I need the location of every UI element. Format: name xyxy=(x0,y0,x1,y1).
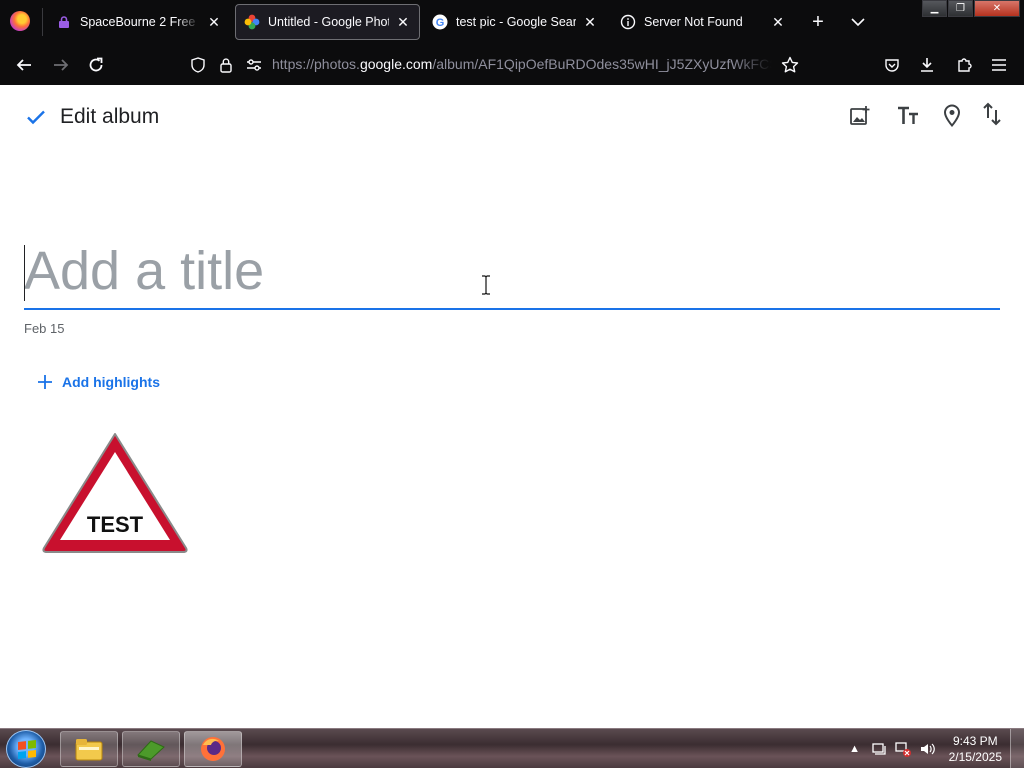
album-title-input[interactable] xyxy=(24,240,1000,310)
bookmark-star-icon[interactable] xyxy=(777,52,803,78)
text-icon[interactable] xyxy=(896,104,920,128)
tab-google-search[interactable]: G test pic - Google Search ✕ xyxy=(424,4,606,40)
secure-lock-icon[interactable] xyxy=(213,52,239,78)
volume-speaker-icon[interactable] xyxy=(919,741,935,757)
show-desktop-button[interactable] xyxy=(1010,729,1024,769)
pocket-icon[interactable] xyxy=(879,52,905,78)
hamburger-menu-icon[interactable] xyxy=(986,52,1012,78)
action-center-flag-icon[interactable] xyxy=(871,741,887,757)
tab-label: SpaceBourne 2 Free Dow xyxy=(80,15,200,29)
text-caret xyxy=(24,245,25,301)
tab-strip: SpaceBourne 2 Free Dow ✕ Untitled - Goog… xyxy=(0,0,1024,44)
add-photos-icon[interactable] xyxy=(848,104,872,128)
windows-explorer-icon[interactable] xyxy=(60,731,118,767)
network-disconnected-icon[interactable] xyxy=(894,741,911,757)
start-button[interactable] xyxy=(6,730,46,768)
windows-logo-icon xyxy=(18,740,36,759)
add-highlights-button[interactable]: Add highlights xyxy=(36,373,160,391)
close-tab-icon[interactable]: ✕ xyxy=(206,14,222,30)
album-photo-thumbnail[interactable]: TEST xyxy=(40,430,190,555)
navigation-toolbar: https://photos.google.com/album/AF1QipOe… xyxy=(0,44,1024,85)
window-controls: ▁ ❐ ✕ xyxy=(921,0,1020,18)
extensions-puzzle-icon[interactable] xyxy=(951,52,977,78)
google-photos-page: Edit album Feb 15 Add highlights TEST xyxy=(0,85,1024,728)
windows-taskbar: ▲ 9:43 PM 2/15/2025 xyxy=(0,728,1024,769)
back-arrow-icon[interactable] xyxy=(11,52,37,78)
warning-triangle-sign-image: TEST xyxy=(42,433,188,553)
tab-server-not-found[interactable]: Server Not Found ✕ xyxy=(612,4,794,40)
tab-label: Untitled - Google Photos xyxy=(268,15,389,29)
system-clock[interactable]: 9:43 PM 2/15/2025 xyxy=(949,733,1002,765)
forward-arrow-icon[interactable] xyxy=(48,52,74,78)
minimize-icon[interactable]: ▁ xyxy=(922,0,947,17)
address-bar[interactable]: https://photos.google.com/album/AF1QipOe… xyxy=(272,56,772,72)
google-g-icon: G xyxy=(432,14,448,30)
firefox-logo-icon[interactable] xyxy=(10,11,30,31)
url-domain: google.com xyxy=(359,56,433,72)
sort-icon[interactable] xyxy=(980,102,1004,126)
page-title: Edit album xyxy=(60,105,160,128)
close-tab-icon[interactable]: ✕ xyxy=(582,14,598,30)
reload-icon[interactable] xyxy=(83,52,109,78)
tracking-protection-shield-icon[interactable] xyxy=(185,52,211,78)
album-date: Feb 15 xyxy=(24,321,65,336)
url-prefix: https://photos. xyxy=(272,56,360,72)
purple-lock-icon xyxy=(56,14,72,30)
tab-label: Server Not Found xyxy=(644,15,743,29)
location-icon[interactable] xyxy=(940,104,964,128)
sign-caption: TEST xyxy=(87,512,144,537)
permissions-sliders-icon[interactable] xyxy=(241,52,267,78)
window-close-icon[interactable]: ✕ xyxy=(974,0,1020,17)
info-circle-icon xyxy=(620,14,636,30)
tab-spacebourne[interactable]: SpaceBourne 2 Free Dow ✕ xyxy=(48,4,230,40)
clock-date: 2/15/2025 xyxy=(948,750,1002,764)
tab-separator xyxy=(42,8,43,36)
done-check-icon[interactable] xyxy=(24,105,48,129)
text-cursor-ibeam-icon xyxy=(482,275,490,295)
show-hidden-icons-arrow-icon[interactable]: ▲ xyxy=(847,741,863,757)
downloads-icon[interactable] xyxy=(914,52,940,78)
list-all-tabs-chevron-icon[interactable] xyxy=(846,10,870,34)
restore-icon[interactable]: ❐ xyxy=(948,0,973,17)
svg-text:G: G xyxy=(436,17,445,29)
tab-google-photos[interactable]: Untitled - Google Photos ✕ xyxy=(235,4,420,40)
tab-label: test pic - Google Search xyxy=(456,15,576,29)
close-tab-icon[interactable]: ✕ xyxy=(395,14,411,30)
url-path: /album/AF1QipOefBuRDOdes35wHI_jJ5ZXyUzfW… xyxy=(432,56,772,72)
close-tab-icon[interactable]: ✕ xyxy=(770,14,786,30)
green-app-icon[interactable] xyxy=(122,731,180,767)
google-photos-pinwheel-icon xyxy=(244,14,260,30)
clock-time: 9:43 PM xyxy=(952,734,998,748)
firefox-icon[interactable] xyxy=(184,731,242,767)
plus-icon xyxy=(38,375,52,389)
add-highlights-label: Add highlights xyxy=(62,374,160,390)
new-tab-plus-icon[interactable]: + xyxy=(806,10,830,34)
edit-album-header: Edit album xyxy=(0,85,1024,149)
system-tray: ▲ 9:43 PM 2/15/2025 xyxy=(843,729,1024,769)
